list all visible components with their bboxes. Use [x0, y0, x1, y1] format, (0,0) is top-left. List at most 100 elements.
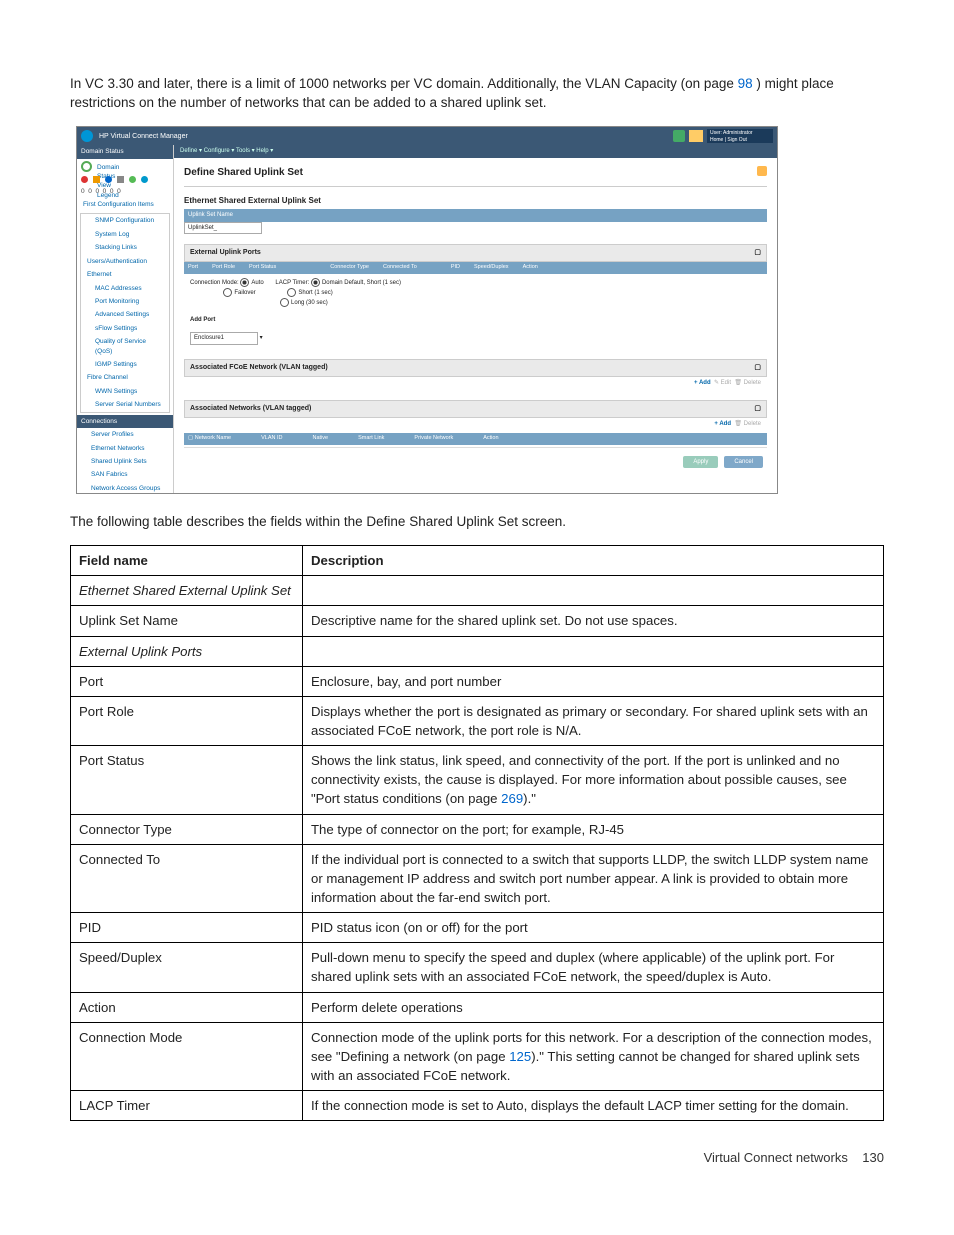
fcoe-actions: + Add ✎ Edit 🗑 Delete [184, 377, 767, 390]
sidebar-item[interactable]: Stacking Links [81, 241, 169, 254]
collapse-icon[interactable]: ▢ [754, 404, 761, 414]
sidebar-item[interactable]: Ethernet Networks [77, 442, 173, 455]
unknown-icon[interactable] [117, 176, 124, 183]
apply-button[interactable]: Apply [683, 456, 718, 469]
add-button[interactable]: + Add [714, 421, 731, 427]
page-link[interactable]: 269 [501, 791, 523, 806]
field-name-cell: PID [71, 913, 303, 943]
count-row: 0 0 0 0 0 0 [77, 185, 173, 198]
section-ethernet-shared: Ethernet Shared External Uplink Set [184, 195, 767, 207]
table-row: Connector TypeThe type of connector on t… [71, 814, 884, 844]
sidebar-item[interactable]: SNMP Configuration [81, 214, 169, 227]
radio-lacp-default[interactable] [311, 278, 320, 287]
field-name-cell: Speed/Duplex [71, 943, 303, 992]
sidebar-item[interactable]: IGMP Settings [81, 358, 169, 371]
home-icon[interactable] [689, 130, 703, 142]
description-cell: Enclosure, bay, and port number [303, 666, 884, 696]
refresh-icon[interactable] [81, 161, 92, 172]
field-name-cell: Port Status [71, 746, 303, 814]
table-row: Ethernet Shared External Uplink Set [71, 576, 884, 606]
top-menu[interactable]: Define ▾ Configure ▾ Tools ▾ Help ▾ [174, 145, 777, 158]
form-buttons: Apply Cancel [184, 448, 767, 477]
description-cell: Shows the link status, link speed, and c… [303, 746, 884, 814]
description-cell: Perform delete operations [303, 992, 884, 1022]
table-row: Uplink Set NameDescriptive name for the … [71, 606, 884, 636]
add-port-select[interactable]: Enclosure1 [190, 332, 258, 345]
field-name-cell: Connected To [71, 844, 303, 912]
sidebar-connections[interactable]: Connections [77, 415, 173, 428]
uplink-name-input[interactable]: UplinkSet_ [184, 222, 262, 235]
table-row: Port RoleDisplays whether the port is de… [71, 696, 884, 745]
description-cell: The type of connector on the port; for e… [303, 814, 884, 844]
critical-icon[interactable] [81, 176, 88, 183]
table-row: External Uplink Ports [71, 636, 884, 666]
intro-text-1: In VC 3.30 and later, there is a limit o… [70, 76, 738, 91]
description-cell: Displays whether the port is designated … [303, 696, 884, 745]
th-desc: Description [303, 546, 884, 576]
description-cell: If the individual port is connected to a… [303, 844, 884, 912]
table-row: ActionPerform delete operations [71, 992, 884, 1022]
app-title: HP Virtual Connect Manager [99, 133, 188, 140]
assoc-net-columns: ▢ Network Name VLAN ID Native Smart Link… [184, 433, 767, 445]
dropdown-icon[interactable]: ▾ [260, 335, 263, 341]
severity-icons [77, 174, 173, 185]
page-link[interactable]: 125 [509, 1049, 531, 1064]
external-ports-header: External Uplink Ports ▢ [184, 244, 767, 262]
sidebar-item-ethernet[interactable]: Ethernet [81, 268, 169, 281]
th-field: Field name [71, 546, 303, 576]
description-cell: If the connection mode is set to Auto, d… [303, 1091, 884, 1121]
field-name-cell: Action [71, 992, 303, 1022]
radio-failover[interactable] [223, 288, 232, 297]
sidebar-item[interactable]: MAC Addresses [81, 282, 169, 295]
radio-lacp-short[interactable] [287, 288, 296, 297]
sidebar-item-fc[interactable]: Fibre Channel [81, 371, 169, 384]
sidebar-item[interactable]: Quality of Service (QoS) [81, 335, 169, 358]
intro-paragraph: In VC 3.30 and later, there is a limit o… [70, 74, 884, 113]
table-row: Connected ToIf the individual port is co… [71, 844, 884, 912]
table-row: Connection ModeConnection mode of the up… [71, 1022, 884, 1090]
first-config[interactable]: First Configuration Items [77, 198, 173, 211]
description-cell: Pull-down menu to specify the speed and … [303, 943, 884, 992]
ok-icon[interactable] [129, 176, 136, 183]
sidebar-item[interactable]: System Log [81, 228, 169, 241]
info-icon[interactable] [105, 176, 112, 183]
main-pane: Define ▾ Configure ▾ Tools ▾ Help ▾ Defi… [174, 145, 777, 493]
hp-logo-icon [81, 130, 93, 142]
description-cell: Descriptive name for the shared uplink s… [303, 606, 884, 636]
page-footer: Virtual Connect networks 130 [70, 1149, 884, 1168]
sidebar-item[interactable]: WWN Settings [81, 385, 169, 398]
description-cell [303, 636, 884, 666]
page-98-link[interactable]: 98 [738, 76, 753, 91]
add-button[interactable]: + Add [694, 380, 711, 386]
table-row: LACP TimerIf the connection mode is set … [71, 1091, 884, 1121]
sidebar-item[interactable]: sFlow Settings [81, 322, 169, 335]
user-box[interactable]: User: Administrator Home | Sign Out [707, 129, 773, 143]
help-icon[interactable] [757, 166, 767, 176]
collapse-icon[interactable]: ▢ [754, 363, 761, 373]
sidebar-item[interactable]: Shared Uplink Sets [77, 455, 173, 468]
sidebar-item[interactable]: Users/Authentication [81, 255, 169, 268]
sidebar-item[interactable]: Server Profiles [77, 428, 173, 441]
ext-ports-columns: Port Port Role Port Status Connector Typ… [184, 262, 767, 274]
sidebar-item[interactable]: Server Serial Numbers [81, 398, 169, 411]
uplink-name-label: Uplink Set Name [184, 209, 767, 222]
profile-icon[interactable] [141, 176, 148, 183]
status-links[interactable]: Domain Status View Legend [97, 163, 104, 170]
table-row: Speed/DuplexPull-down menu to specify th… [71, 943, 884, 992]
field-name-cell: LACP Timer [71, 1091, 303, 1121]
field-description-table: Field name Description Ethernet Shared E… [70, 545, 884, 1121]
radio-lacp-long[interactable] [280, 298, 289, 307]
sidebar-item[interactable]: Advanced Settings [81, 308, 169, 321]
cancel-button[interactable]: Cancel [724, 456, 763, 469]
collapse-icon[interactable]: ▢ [754, 248, 761, 258]
sidebar-item[interactable]: Network Access Groups [77, 482, 173, 494]
field-name-cell: Port Role [71, 696, 303, 745]
warning-icon[interactable] [93, 176, 100, 183]
assoc-fcoe-header: Associated FCoE Network (VLAN tagged) ▢ [184, 359, 767, 377]
sidebar-item[interactable]: SAN Fabrics [77, 468, 173, 481]
table-row: PortEnclosure, bay, and port number [71, 666, 884, 696]
sidebar-item[interactable]: Port Monitoring [81, 295, 169, 308]
radio-auto[interactable] [240, 278, 249, 287]
page-title: Define Shared Uplink Set [184, 166, 767, 188]
assoc-net-header: Associated Networks (VLAN tagged) ▢ [184, 400, 767, 418]
